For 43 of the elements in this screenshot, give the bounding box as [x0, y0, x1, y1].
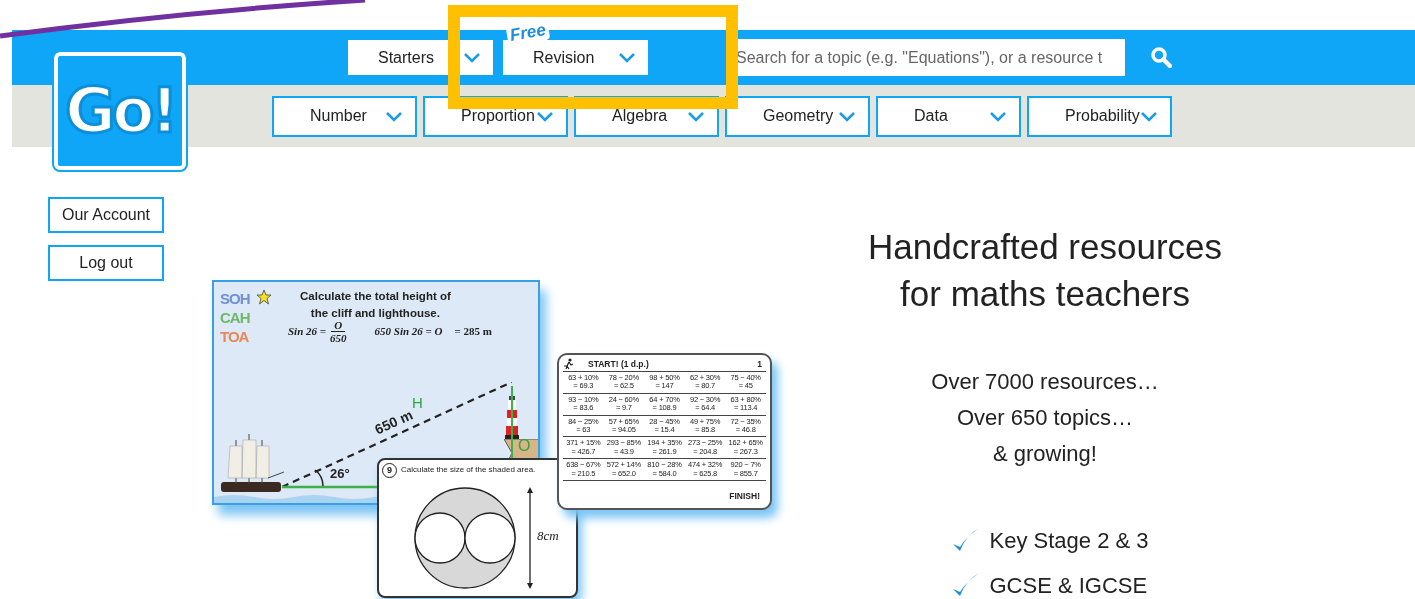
runner-icon: [563, 358, 574, 370]
headline: Handcrafted resources for maths teachers: [867, 226, 1223, 316]
question-text: Calculate the size of the shaded area.: [401, 464, 536, 476]
lighthouse-drawing: [505, 394, 519, 439]
side-label: O: [518, 436, 531, 456]
dimension-label: 8cm: [537, 527, 559, 545]
stat-text: & growing!: [992, 439, 1098, 468]
start-label: START! (1 d.p.): [588, 357, 649, 371]
account-button[interactable]: Log out: [48, 245, 164, 281]
result-text: = 285 m: [454, 324, 492, 340]
chevron-icon: [618, 51, 636, 64]
menu-button[interactable]: Probability: [1027, 95, 1172, 137]
chevron-icon: [385, 109, 403, 123]
angle-label: 26°: [330, 465, 350, 483]
menu-button[interactable]: Data: [876, 95, 1021, 137]
stat-text: Over 650 topics…: [955, 403, 1135, 432]
stat-text: Over 7000 resources…: [931, 367, 1159, 396]
menu-button[interactable]: Number: [272, 95, 417, 137]
mnemonic-text: TOA: [220, 327, 249, 347]
page-number: 1: [757, 357, 762, 371]
menu-button[interactable]: Revision: [503, 40, 648, 75]
angle-mark-icon: [314, 469, 324, 487]
equation-text: Sin 26 =: [288, 324, 327, 340]
feature-text: GCSE & IGCSE: [989, 571, 1148, 599]
chevron-icon: [1140, 109, 1158, 123]
chevron-icon: [536, 109, 554, 123]
chevron-icon: [687, 109, 705, 123]
star-icon: [256, 289, 272, 305]
side-label: H: [412, 393, 423, 412]
menu-button[interactable]: Geometry: [725, 95, 870, 137]
menu-button[interactable]: Starters: [348, 40, 493, 75]
question-text: Calculate the total height of the cliff and lighthouse.: [300, 289, 451, 321]
equation-text: 650 Sin 26 = O: [374, 324, 443, 340]
account-button[interactable]: Our Account: [48, 197, 164, 233]
chevron-icon: [463, 51, 481, 64]
mnemonic-text: SOH: [220, 289, 250, 309]
search-icon[interactable]: [1151, 47, 1172, 68]
chevron-icon: [838, 109, 856, 123]
mnemonic-text: CAH: [220, 308, 250, 328]
feature-text: Key Stage 2 & 3: [989, 526, 1149, 555]
finish-label: FINISH!: [729, 490, 760, 501]
chevron-icon: [989, 109, 1007, 123]
fraction-text: O 650: [330, 319, 347, 345]
